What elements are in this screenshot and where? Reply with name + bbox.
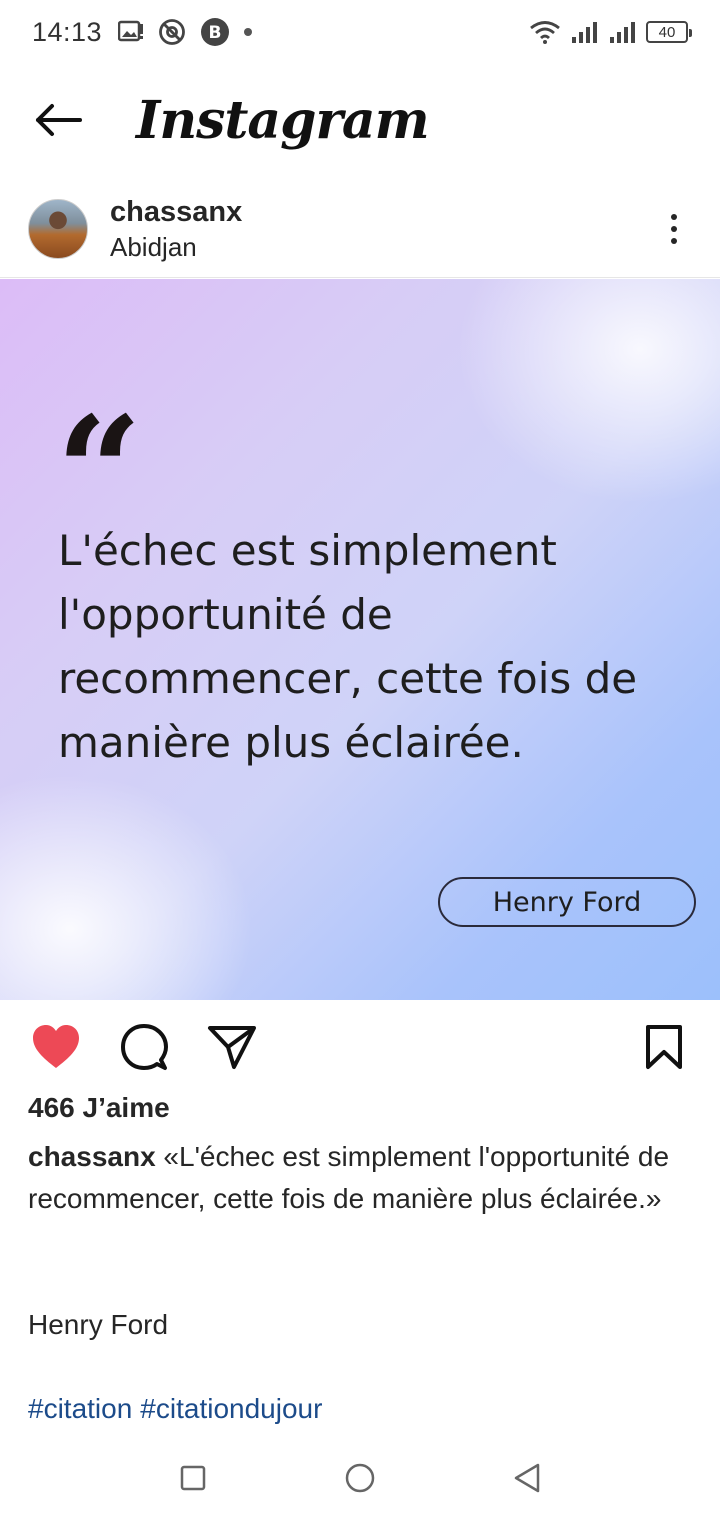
quote-author-pill: Henry Ford	[438, 877, 696, 927]
recent-apps-icon	[181, 1465, 206, 1491]
back-triangle-icon	[514, 1463, 539, 1493]
post-location[interactable]: Abidjan	[110, 230, 242, 264]
more-options-button[interactable]	[654, 199, 694, 259]
status-time: 14:13	[32, 16, 103, 47]
hashtag-link[interactable]: #citation	[28, 1393, 132, 1424]
back-button[interactable]	[30, 92, 86, 148]
system-nav-bar	[0, 1436, 720, 1520]
send-icon	[208, 1026, 256, 1069]
gallery-notification-icon	[118, 20, 144, 44]
like-button[interactable]	[28, 1019, 84, 1075]
post-username[interactable]: chassanx	[110, 194, 242, 230]
home-icon	[345, 1463, 375, 1493]
caption: chassanx «L'échec est simplement l'oppor…	[28, 1136, 688, 1220]
home-button[interactable]	[330, 1448, 390, 1508]
post-header: chassanx Abidjan	[0, 180, 720, 278]
hashtag-link[interactable]: #citationdujour	[140, 1393, 322, 1424]
battery-icon: 40	[646, 21, 692, 43]
status-bar: 14:13 B 40	[0, 0, 720, 64]
save-button[interactable]	[636, 1019, 692, 1075]
bookmark-icon	[646, 1025, 682, 1069]
app-bar: Instagram	[0, 64, 720, 176]
recent-apps-button[interactable]	[163, 1448, 223, 1508]
more-dot-icon	[671, 213, 677, 220]
caption-username[interactable]: chassanx	[28, 1141, 156, 1172]
status-icons-left: B	[118, 17, 253, 47]
caption-author: Henry Ford	[28, 1309, 169, 1340]
more-dot-icon	[671, 225, 677, 232]
back-nav-button[interactable]	[497, 1448, 557, 1508]
likes-count[interactable]: 466 J’aime	[28, 1092, 170, 1124]
comment-button[interactable]	[116, 1019, 172, 1075]
post-actions	[0, 1012, 720, 1082]
signal-1-icon	[570, 19, 600, 45]
arrow-left-icon	[36, 104, 82, 136]
status-icons-right: 40	[528, 19, 692, 45]
svg-text:B: B	[209, 23, 222, 43]
quote-mark-icon: “	[56, 384, 143, 560]
comment-icon	[121, 1024, 168, 1070]
wifi-icon	[528, 19, 562, 45]
b-app-icon: B	[200, 17, 230, 47]
instagram-logo: Instagram	[136, 89, 430, 151]
heart-icon	[33, 1025, 79, 1068]
more-dot-icon	[671, 237, 677, 244]
dot-icon	[244, 28, 253, 36]
battery-level: 40	[658, 23, 676, 41]
post-image[interactable]: “ L'échec est simplement l'opportunité d…	[0, 279, 720, 1000]
at-sign-icon	[158, 18, 186, 46]
quote-text: L'échec est simplement l'opportunité de …	[58, 526, 638, 767]
avatar[interactable]	[28, 198, 88, 259]
user-meta: chassanx Abidjan	[110, 194, 242, 264]
hashtags: #citation #citationdujour	[28, 1388, 330, 1430]
signal-2-icon	[608, 19, 638, 45]
share-button[interactable]	[204, 1019, 260, 1075]
